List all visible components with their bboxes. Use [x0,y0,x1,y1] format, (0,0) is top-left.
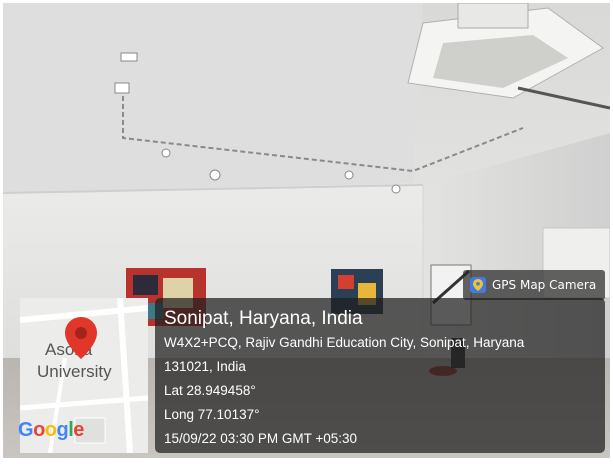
google-logo: Google [18,419,84,441]
map-place-line2: University [37,362,112,381]
address-line-1: W4X2+PCQ, Rajiv Gandhi Education City, S… [164,335,525,350]
location-title: Sonipat, Haryana, India [164,308,363,329]
datetime: 15/09/22 03:30 PM GMT +05:30 [164,431,358,446]
gps-map-camera-label: GPS Map Camera [492,278,597,292]
map-pin-icon [65,317,97,359]
gps-map-camera-icon [470,277,486,293]
longitude: Long 77.10137° [164,407,260,422]
photo-frame: GPS Map Camera Asoka University Google S… [0,0,613,464]
location-info-panel: Sonipat, Haryana, India W4X2+PCQ, Rajiv … [155,298,605,453]
gps-map-camera-badge: GPS Map Camera [463,270,605,300]
address-line-2: 131021, India [164,359,246,374]
latitude: Lat 28.949458° [164,383,256,398]
